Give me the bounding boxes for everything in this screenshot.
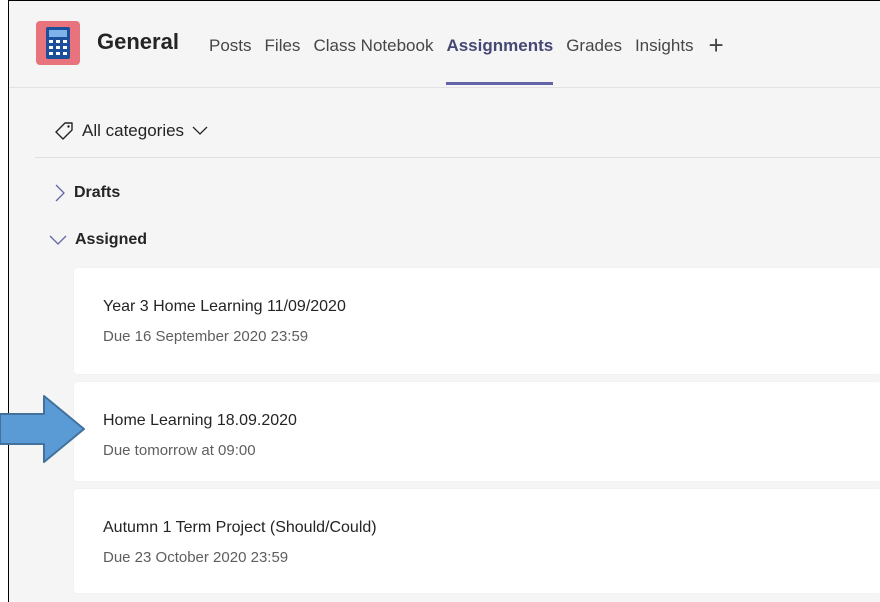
add-tab-icon[interactable]: + — [709, 32, 724, 86]
team-name: General — [97, 29, 179, 54]
chevron-right-icon — [55, 184, 65, 202]
assignment-due: Due 23 October 2020 23:59 — [103, 549, 289, 566]
category-filter[interactable]: All categories — [54, 121, 216, 141]
tab-files[interactable]: Files — [265, 36, 301, 86]
chevron-down-icon — [192, 126, 208, 135]
assignment-card[interactable]: Autumn 1 Term Project (Should/Could) Due… — [74, 489, 880, 593]
tab-class-notebook[interactable]: Class Notebook — [313, 36, 433, 86]
section-assigned[interactable]: Assigned — [49, 231, 147, 249]
assignment-card[interactable]: Home Learning 18.09.2020 Due tomorrow at… — [74, 382, 880, 481]
section-assigned-label: Assigned — [75, 231, 148, 248]
category-filter-label: All categories — [82, 121, 185, 140]
assignment-due: Due tomorrow at 09:00 — [103, 442, 256, 459]
app-frame: General Posts Files Class Notebook Assig… — [8, 0, 880, 602]
chevron-down-icon — [49, 235, 67, 245]
team-logo[interactable] — [36, 21, 80, 65]
assignment-title: Home Learning 18.09.2020 — [103, 412, 297, 429]
tab-insights[interactable]: Insights — [635, 36, 694, 86]
assignment-title: Year 3 Home Learning 11/09/2020 — [103, 298, 346, 315]
pointer-arrow-icon — [0, 395, 85, 463]
tab-assignments[interactable]: Assignments — [446, 36, 553, 86]
calculator-icon — [46, 27, 70, 59]
assignment-card[interactable]: Year 3 Home Learning 11/09/2020 Due 16 S… — [74, 268, 880, 374]
tag-icon — [55, 122, 73, 140]
channel-tabs: Posts Files Class Notebook Assignments G… — [209, 32, 724, 86]
assignment-due: Due 16 September 2020 23:59 — [103, 328, 309, 345]
assignment-list: Year 3 Home Learning 11/09/2020 Due 16 S… — [74, 268, 880, 601]
section-drafts-label: Drafts — [74, 184, 121, 201]
divider — [35, 157, 880, 158]
tab-posts[interactable]: Posts — [209, 36, 252, 86]
tab-grades[interactable]: Grades — [566, 36, 622, 86]
section-drafts[interactable]: Drafts — [54, 184, 120, 202]
channel-header: General Posts Files Class Notebook Assig… — [9, 1, 880, 88]
assignment-title: Autumn 1 Term Project (Should/Could) — [103, 519, 377, 536]
